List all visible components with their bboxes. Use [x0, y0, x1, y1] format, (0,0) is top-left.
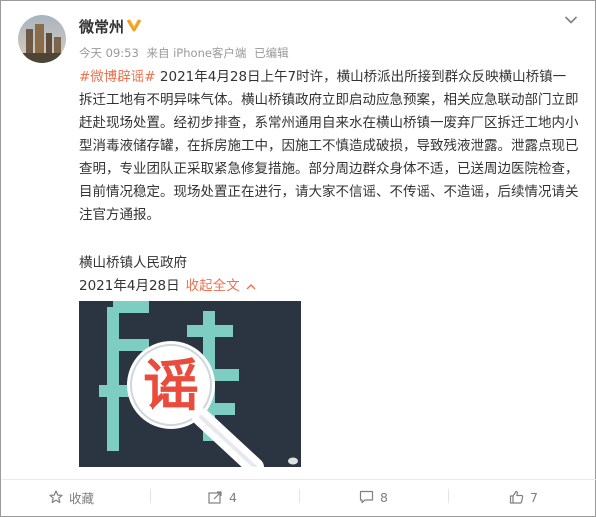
- collapse-label: 收起全文: [185, 278, 240, 294]
- post-date: 2021年4月28日: [79, 278, 180, 294]
- like-count: 7: [530, 489, 538, 505]
- post-signature: 横山桥镇人民政府: [79, 255, 187, 271]
- comment-button[interactable]: 8: [359, 487, 388, 507]
- username[interactable]: 微常州: [79, 16, 124, 37]
- chevron-up-icon: [246, 283, 256, 289]
- verified-badge-icon: [127, 19, 141, 32]
- post-edited-label[interactable]: 已编辑: [254, 46, 289, 60]
- post-text: #微博辟谣# 2021年4月28日上午7时许，横山桥派出所接到群众反映横山桥镇一…: [79, 66, 579, 227]
- repost-icon: [208, 491, 222, 504]
- like-button[interactable]: 7: [509, 487, 538, 507]
- post-time[interactable]: 今天 09:53: [79, 46, 139, 60]
- weibo-logo-icon: [288, 457, 298, 465]
- collapse-full-text-button[interactable]: 收起全文: [186, 278, 256, 294]
- avatar-image: [18, 15, 66, 63]
- rumor-debunk-illustration: 谣: [79, 301, 301, 467]
- star-icon: [49, 490, 63, 504]
- weibo-post-card: 微常州 今天 09:53 来自 iPhone客户端 已编辑 #微博辟谣# 202…: [0, 0, 596, 517]
- post-meta: 今天 09:53 来自 iPhone客户端 已编辑: [79, 45, 293, 61]
- post-body: 2021年4月28日上午7时许，横山桥派出所接到群众反映横山桥镇一拆迁工地有不明…: [79, 69, 579, 223]
- action-separator: [299, 489, 300, 503]
- post-image[interactable]: 谣: [79, 301, 301, 467]
- action-separator: [150, 489, 151, 503]
- repost-count: 4: [229, 489, 237, 505]
- repost-button[interactable]: 4: [208, 487, 237, 507]
- action-separator: [448, 489, 449, 503]
- hashtag-link[interactable]: #微博辟谣#: [79, 69, 156, 85]
- chevron-down-icon[interactable]: [564, 15, 578, 25]
- comment-icon: [359, 490, 374, 504]
- favorite-label: 收藏: [69, 490, 95, 506]
- post-source: 来自 iPhone客户端: [146, 46, 247, 60]
- image-main-glyph: 谣: [143, 354, 199, 419]
- favorite-button[interactable]: 收藏: [49, 487, 94, 507]
- avatar[interactable]: [18, 15, 66, 63]
- thumbs-up-icon: [509, 490, 524, 504]
- post-date-line: 2021年4月28日 收起全文: [79, 274, 256, 294]
- comment-count: 8: [380, 489, 388, 505]
- action-bar-divider: [2, 479, 596, 480]
